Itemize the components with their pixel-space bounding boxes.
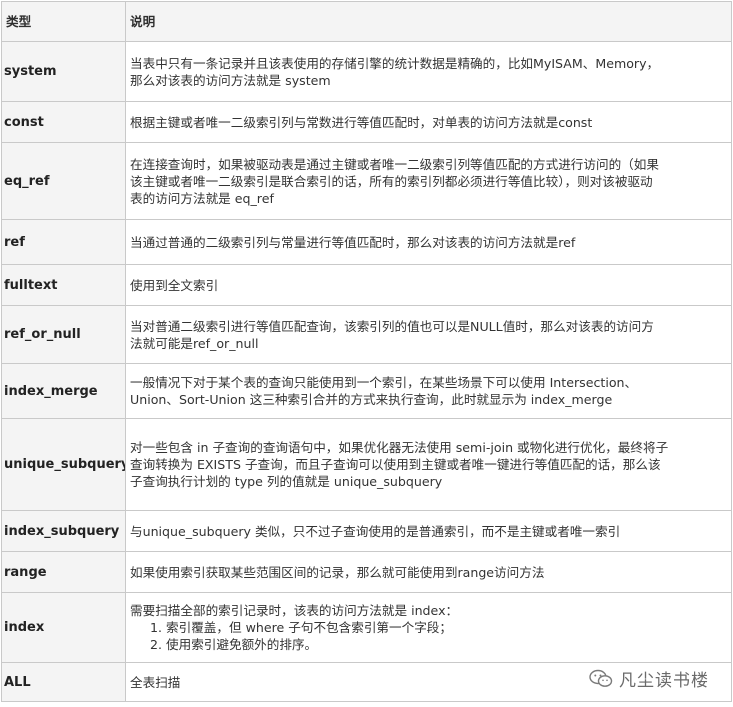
access-type-table: 类型 说明 system 当表中只有一条记录并且该表使用的存储引擎的统计数据是精… bbox=[1, 1, 732, 702]
description-cell: 如果使用索引获取某些范围区间的记录，那么就可能使用到range访问方法 bbox=[125, 551, 732, 593]
type-cell: ref_or_null bbox=[1, 305, 126, 364]
table-row: eq_ref 在连接查询时，如果被驱动表是通过主键或者唯一二级索引列等值匹配的方… bbox=[1, 142, 732, 220]
table-row: fulltext 使用到全文索引 bbox=[1, 264, 732, 306]
table-row: ref 当通过普通的二级索引列与常量进行等值匹配时，那么对该表的访问方法就是re… bbox=[1, 219, 732, 265]
watermark-text: 凡尘读书楼 bbox=[619, 671, 709, 691]
wechat-icon bbox=[589, 669, 613, 687]
description-cell: 使用到全文索引 bbox=[125, 264, 732, 306]
type-cell: ALL bbox=[1, 662, 126, 702]
table-header-row: 类型 说明 bbox=[1, 1, 732, 42]
description-cell: 当对普通二级索引进行等值匹配查询，该索引列的值也可以是NULL值时，那么对该表的… bbox=[125, 305, 732, 364]
type-cell: eq_ref bbox=[1, 142, 126, 220]
description-line: 当表中只有一条记录并且该表使用的存储引擎的统计数据是精确的，比如MyISAM、M… bbox=[130, 55, 660, 71]
description-line: 使用到全文索引 bbox=[130, 277, 219, 293]
description-cell: 对一些包含 in 子查询的查询语句中，如果优化器无法使用 semi-join 或… bbox=[125, 418, 732, 511]
description-line: 那么对该表的访问方法就是 system bbox=[130, 72, 331, 88]
description-cell: 需要扫描全部的索引记录时，该表的访问方法就是 index： 1. 索引覆盖，但 … bbox=[125, 592, 732, 663]
description-cell: 当通过普通的二级索引列与常量进行等值匹配时，那么对该表的访问方法就是ref bbox=[125, 219, 732, 265]
description-line: 一般情况下对于某个表的查询只能使用到一个索引，在某些场景下可以使用 Inters… bbox=[130, 375, 638, 390]
description-line: 如果使用索引获取某些范围区间的记录，那么就可能使用到range访问方法 bbox=[130, 564, 545, 580]
description-line: 对一些包含 in 子查询的查询语句中，如果优化器无法使用 semi-join 或… bbox=[130, 440, 669, 455]
description-line: 该主键或者唯一二级索引是联合索引的话，所有的索引列都必须进行等值比较），则对该被… bbox=[130, 173, 653, 189]
type-cell: fulltext bbox=[1, 264, 126, 306]
description-line: 子查询执行计划的 type 列的值就是 unique_subquery bbox=[130, 474, 443, 489]
type-cell: range bbox=[1, 551, 126, 593]
table-row: range 如果使用索引获取某些范围区间的记录，那么就可能使用到range访问方… bbox=[1, 551, 732, 593]
description-line: Union、Sort-Union 这三种索引合并的方式来执行查询，此时就显示为 … bbox=[130, 392, 613, 407]
description-line: 当通过普通的二级索引列与常量进行等值匹配时，那么对该表的访问方法就是ref bbox=[130, 234, 576, 250]
watermark: 凡尘读书楼 bbox=[589, 666, 709, 691]
table-row: index 需要扫描全部的索引记录时，该表的访问方法就是 index： 1. 索… bbox=[1, 592, 732, 663]
type-cell: ref bbox=[1, 219, 126, 265]
header-description: 说明 bbox=[125, 1, 732, 42]
description-line: 当对普通二级索引进行等值匹配查询，该索引列的值也可以是NULL值时，那么对该表的… bbox=[130, 318, 654, 334]
description-line: 与unique_subquery 类似，只不过子查询使用的是普通索引，而不是主键… bbox=[130, 523, 621, 539]
type-cell: unique_subquery bbox=[1, 418, 126, 511]
description-cell: 当表中只有一条记录并且该表使用的存储引擎的统计数据是精确的，比如MyISAM、M… bbox=[125, 41, 732, 102]
table-row: system 当表中只有一条记录并且该表使用的存储引擎的统计数据是精确的，比如M… bbox=[1, 41, 732, 102]
description-cell: 一般情况下对于某个表的查询只能使用到一个索引，在某些场景下可以使用 Inters… bbox=[125, 363, 732, 419]
type-cell: index_subquery bbox=[1, 510, 126, 552]
description-cell: 在连接查询时，如果被驱动表是通过主键或者唯一二级索引列等值匹配的方式进行访问的（… bbox=[125, 142, 732, 220]
table-row: ref_or_null 当对普通二级索引进行等值匹配查询，该索引列的值也可以是N… bbox=[1, 305, 732, 364]
description-line: 表的访问方法就是 eq_ref bbox=[130, 190, 274, 206]
description-line: 法就可能是ref_or_null bbox=[130, 335, 259, 351]
header-type: 类型 bbox=[1, 1, 126, 42]
type-cell: index_merge bbox=[1, 363, 126, 419]
description-line: 查询转换为 EXISTS 子查询，而且子查询可以使用到主键或者唯一键进行等值匹配… bbox=[130, 457, 661, 472]
table-row: unique_subquery 对一些包含 in 子查询的查询语句中，如果优化器… bbox=[1, 418, 732, 511]
table-row: index_subquery 与unique_subquery 类似，只不过子查… bbox=[1, 510, 732, 552]
description-line: 根据主键或者唯一二级索引列与常数进行等值匹配时，对单表的访问方法就是const bbox=[130, 114, 593, 130]
description-cell: 根据主键或者唯一二级索引列与常数进行等值匹配时，对单表的访问方法就是const bbox=[125, 101, 732, 143]
table-row: const 根据主键或者唯一二级索引列与常数进行等值匹配时，对单表的访问方法就是… bbox=[1, 101, 732, 143]
description-line: 在连接查询时，如果被驱动表是通过主键或者唯一二级索引列等值匹配的方式进行访问的（… bbox=[130, 156, 659, 172]
table-row: index_merge 一般情况下对于某个表的查询只能使用到一个索引，在某些场景… bbox=[1, 363, 732, 419]
description-line: 1. 索引覆盖，但 where 子句不包含索引第一个字段； bbox=[150, 620, 452, 635]
description-line: 需要扫描全部的索引记录时，该表的访问方法就是 index： bbox=[130, 603, 459, 618]
description-cell: 与unique_subquery 类似，只不过子查询使用的是普通索引，而不是主键… bbox=[125, 510, 732, 552]
type-cell: index bbox=[1, 592, 126, 663]
description-line: 2. 使用索引避免额外的排序。 bbox=[150, 637, 318, 652]
type-cell: system bbox=[1, 41, 126, 102]
description-line: 全表扫描 bbox=[130, 674, 181, 690]
type-cell: const bbox=[1, 101, 126, 143]
